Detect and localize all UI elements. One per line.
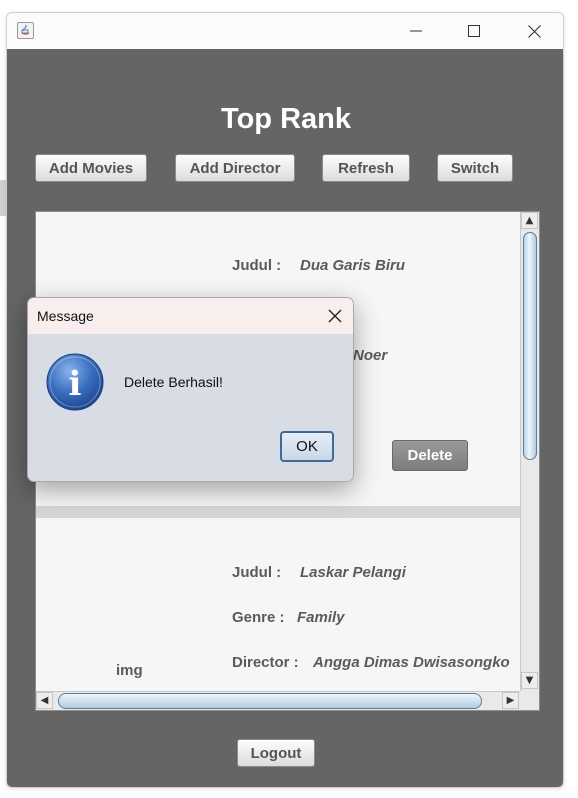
scrollbar-corner	[520, 691, 539, 710]
maximize-button[interactable]	[445, 13, 503, 49]
horizontal-scrollbar[interactable]: ◀ ▶	[36, 691, 520, 710]
dialog-titlebar: Message	[28, 298, 353, 334]
add-movies-button[interactable]: Add Movies	[35, 154, 147, 182]
director-value: Noer	[353, 347, 388, 364]
horizontal-scroll-thumb[interactable]	[58, 693, 482, 709]
director-label: Director :	[232, 654, 299, 671]
scroll-right-arrow-icon[interactable]: ▶	[502, 692, 519, 709]
maximize-icon	[468, 25, 480, 37]
minimize-icon	[410, 30, 422, 32]
genre-value: Family	[297, 609, 345, 626]
minimize-button[interactable]	[387, 13, 445, 49]
movie-image-placeholder: img	[116, 662, 143, 679]
close-icon	[527, 24, 541, 38]
vertical-scrollbar[interactable]: ▲ ▼	[520, 212, 539, 691]
scroll-left-arrow-icon[interactable]: ◀	[36, 692, 53, 709]
information-glyph: i	[69, 364, 82, 404]
java-app-icon	[17, 22, 34, 39]
window-titlebar	[7, 13, 563, 49]
scroll-up-arrow-icon[interactable]: ▲	[521, 212, 538, 229]
information-icon: i	[46, 353, 104, 415]
movie-card: img Judul : Laskar Pelangi Genre : Famil…	[36, 518, 520, 691]
switch-button[interactable]: Switch	[437, 154, 513, 182]
director-value: Angga Dimas Dwisasongko	[313, 654, 510, 671]
judul-label: Judul :	[232, 257, 282, 274]
judul-value: Dua Garis Biru	[300, 257, 406, 274]
vertical-scroll-thumb[interactable]	[523, 232, 537, 460]
card-separator	[36, 506, 520, 518]
refresh-button[interactable]: Refresh	[322, 154, 410, 182]
dialog-message: Delete Berhasil!	[124, 374, 223, 390]
logout-button[interactable]: Logout	[237, 739, 315, 767]
judul-label: Judul :	[232, 564, 282, 581]
dialog-close-button[interactable]	[327, 308, 343, 324]
delete-button[interactable]: Delete	[392, 440, 468, 471]
close-icon	[328, 309, 342, 323]
add-director-button[interactable]: Add Director	[175, 154, 295, 182]
close-window-button[interactable]	[505, 13, 563, 49]
judul-value: Laskar Pelangi	[300, 564, 406, 581]
dialog-title: Message	[37, 308, 94, 324]
ok-button[interactable]: OK	[280, 431, 334, 462]
genre-label: Genre :	[232, 609, 285, 626]
message-dialog: Message i Delete Berhasil! OK	[27, 297, 354, 482]
page-title: Top Rank	[221, 103, 351, 135]
scroll-down-arrow-icon[interactable]: ▼	[521, 672, 538, 689]
